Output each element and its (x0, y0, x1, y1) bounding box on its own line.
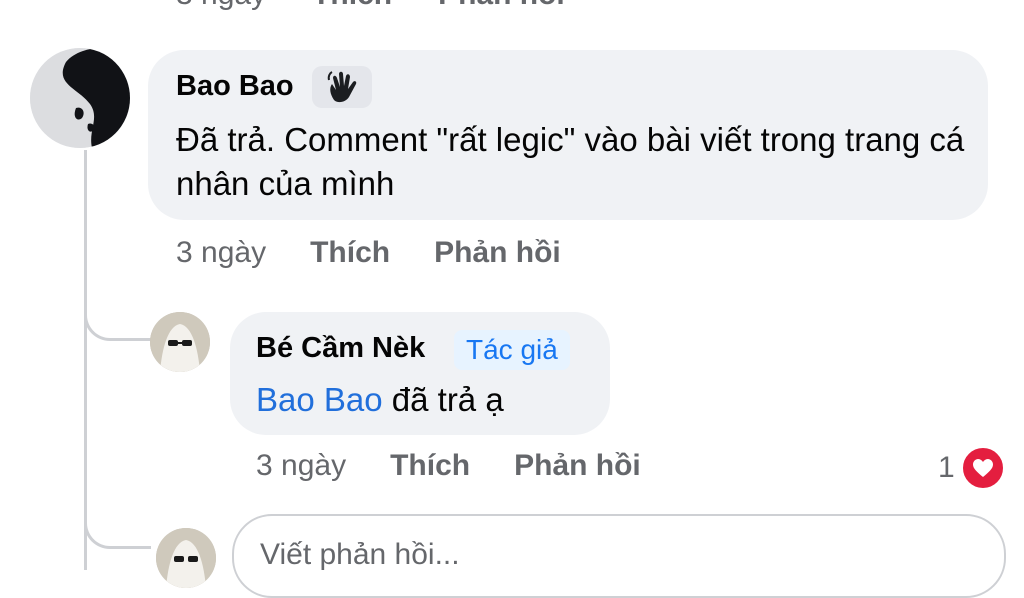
reply-button[interactable]: Phản hồi (514, 449, 641, 483)
reply-actions: 3 ngày Thích Phản hồi (256, 449, 641, 483)
like-button[interactable]: Thích (390, 449, 470, 483)
reply-text: Bao Bao đã trả ạ (256, 378, 504, 422)
like-button[interactable]: Thích (310, 236, 390, 270)
previous-like-button[interactable]: Thích (312, 0, 392, 12)
comment-text: Đã trả. Comment "rất legic" vào bài viết… (176, 121, 965, 202)
wave-hand-icon (312, 66, 372, 108)
my-avatar (156, 528, 216, 588)
avatar[interactable] (150, 312, 210, 372)
heart-icon (960, 446, 1005, 490)
previous-time: 3 ngày (176, 0, 266, 12)
thread-connector-composer (84, 500, 151, 549)
previous-comment-actions: 3 ngày Thích Phản hồi (176, 0, 565, 12)
reply-author[interactable]: Bé Cầm Nèk (256, 332, 425, 365)
avatar[interactable] (30, 48, 130, 148)
reply-input-placeholder: Viết phản hồi... (260, 538, 460, 571)
comment-actions: 3 ngày Thích Phản hồi (176, 236, 561, 270)
mention-link[interactable]: Bao Bao (256, 381, 383, 418)
reply-time[interactable]: 3 ngày (256, 449, 346, 483)
reply-button[interactable]: Phản hồi (434, 236, 561, 270)
author-badge: Tác giả (454, 330, 570, 370)
reply-text-body: đã trả ạ (382, 381, 504, 418)
comment-time[interactable]: 3 ngày (176, 236, 266, 270)
comment-author[interactable]: Bao Bao (176, 70, 294, 103)
reaction-count: 1 (938, 451, 955, 484)
thread-connector-reply (84, 292, 151, 341)
reaction-summary[interactable]: 1 (938, 446, 1005, 490)
previous-reply-button[interactable]: Phản hồi (438, 0, 565, 12)
